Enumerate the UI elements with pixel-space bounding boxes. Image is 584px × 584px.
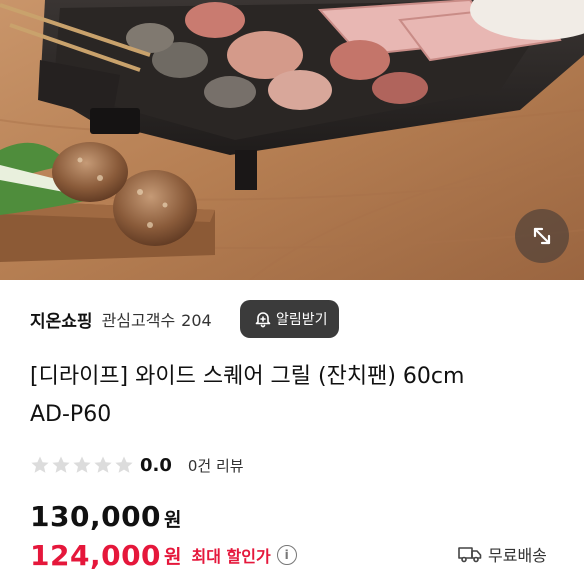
star-rating: [30, 455, 134, 475]
product-title: [디라이프] 와이드 스퀘어 그릴 (잔치팬) 60cm AD-P60: [30, 358, 560, 434]
product-title-line-2: AD-P60: [30, 402, 112, 427]
store-name[interactable]: 지온쇼핑: [30, 307, 93, 332]
info-icon[interactable]: i: [276, 545, 297, 565]
product-title-line-1: [디라이프] 와이드 스퀘어 그릴 (잔치팬) 60cm: [30, 364, 465, 389]
followers-count: 204: [181, 311, 212, 330]
bell-plus-icon: [255, 312, 271, 328]
review-count-link[interactable]: 0건 리뷰: [188, 455, 244, 476]
expand-image-button[interactable]: [515, 209, 569, 263]
star-icon: [52, 456, 70, 473]
followers-label: 관심고객수: [101, 311, 176, 330]
original-price-value: 130,000: [30, 500, 162, 533]
star-icon: [73, 456, 91, 473]
rating-summary[interactable]: 0.0 0건 리뷰: [30, 453, 244, 477]
followers-info: 관심고객수 204: [102, 307, 212, 331]
sale-price-value: 124,000: [30, 538, 162, 572]
store-info: 지온쇼핑 관심고객수 204 알림받기: [30, 300, 554, 338]
max-discount-label: 최대 할인가: [191, 547, 271, 566]
shipping-label: 무료배송: [488, 546, 547, 565]
star-icon: [115, 456, 133, 473]
notification-subscribe-button[interactable]: 알림받기: [240, 300, 339, 338]
notification-subscribe-label: 알림받기: [276, 312, 328, 328]
sale-price: 124,000 원 최대 할인가 i: [30, 538, 297, 572]
product-photo-illustration: [0, 0, 584, 280]
original-price-unit: 원: [164, 509, 182, 531]
delivery-truck-icon: [458, 547, 482, 563]
product-image[interactable]: [0, 0, 584, 280]
star-icon: [31, 456, 49, 473]
original-price: 130,000 원: [30, 500, 182, 534]
expand-diagonal-icon: [533, 227, 551, 245]
shipping-info: 무료배송: [458, 541, 547, 567]
star-icon: [94, 456, 112, 473]
sale-price-unit: 원: [164, 545, 182, 568]
rating-score: 0.0: [140, 454, 172, 476]
